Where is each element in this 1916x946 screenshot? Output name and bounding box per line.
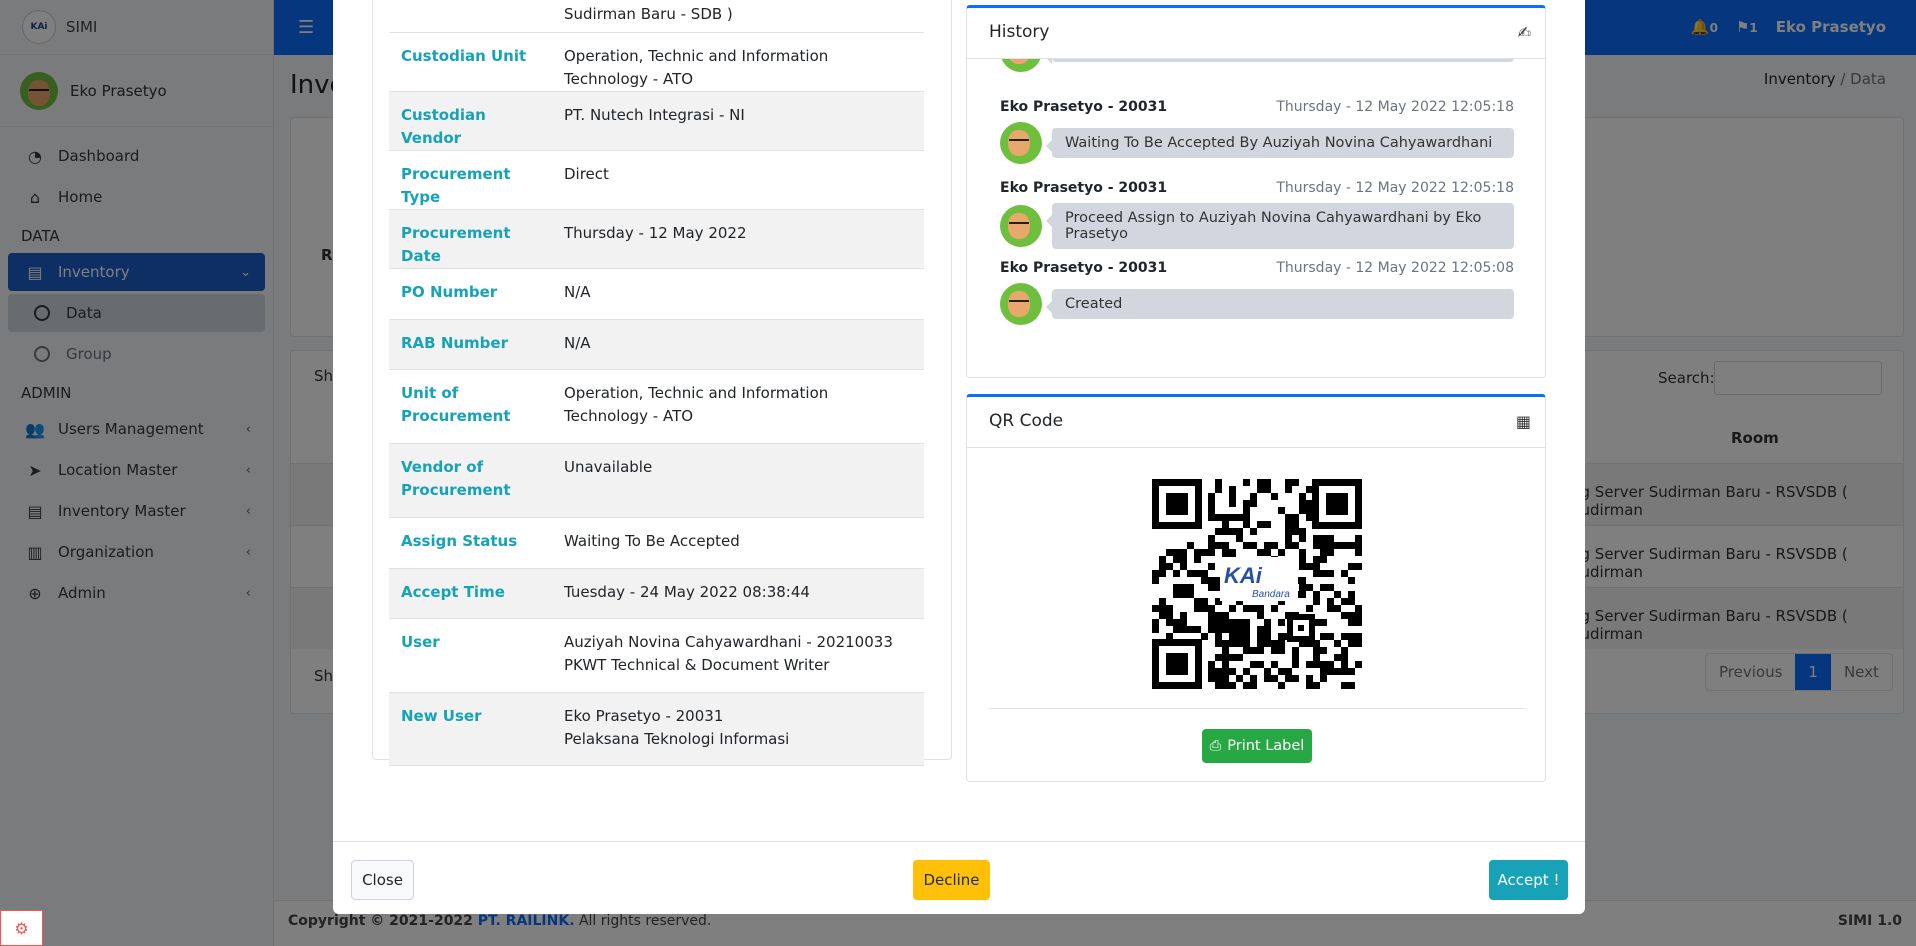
detail-key: User <box>401 632 440 651</box>
history-entry-header: Eko Prasetyo - 20031 Thursday - 12 May 2… <box>1000 180 1514 200</box>
table-row: Custodian Vendor PT. Nutech Integrasi - … <box>389 91 924 150</box>
detail-value: Operation, Technic and Information Techn… <box>564 383 829 425</box>
modal-footer: Close Decline Accept ! <box>333 841 1585 914</box>
qr-logo-text: KAi <box>1224 563 1263 588</box>
detail-key: New User <box>401 706 482 725</box>
detail-table: Sudirman Baru - SDB ) Custodian Unit Ope… <box>389 0 924 766</box>
history-entry: Eko Prasetyo - 20031 Thursday - 12 May 2… <box>1000 260 1514 325</box>
close-button[interactable]: Close <box>351 860 414 900</box>
modal-body: Sudirman Baru - SDB ) Custodian Unit Ope… <box>333 0 1585 841</box>
qr-card-header: QR Code ▦ <box>967 397 1545 448</box>
history-card: History ✍ Eko Prasetyo - 20031 Thursday … <box>966 5 1546 378</box>
history-entry: Eko Prasetyo - 20031 Thursday - 12 May 2… <box>1000 180 1514 249</box>
history-message: Waiting To Be Accepted By Auziyah Novina… <box>1046 128 1514 158</box>
history-entry-line: Waiting To Be Accepted By Auziyah Novina… <box>1000 122 1514 164</box>
qr-code-image: KAi Bandara <box>1152 479 1362 689</box>
accept-button[interactable]: Accept ! <box>1489 860 1568 900</box>
history-entry <box>1000 59 1514 72</box>
qr-code-card: QR Code ▦ KAi Bandara ⎙ Print Label <box>966 394 1546 782</box>
detail-key: Procurement Date <box>401 223 511 265</box>
history-entry-header: Eko Prasetyo - 20031 Thursday - 12 May 2… <box>1000 260 1514 280</box>
history-entry-line <box>1000 59 1514 72</box>
print-icon: ⎙ <box>1209 738 1222 754</box>
history-entry: Eko Prasetyo - 20031 Thursday - 12 May 2… <box>1000 99 1514 164</box>
table-row: RAB Number N/A <box>389 319 924 369</box>
detail-key: Accept Time <box>401 582 505 601</box>
detail-key: Custodian Vendor <box>401 105 486 147</box>
table-row: Accept Time Tuesday - 24 May 2022 08:38:… <box>389 568 924 618</box>
detail-value: Tuesday - 24 May 2022 08:38:44 <box>564 582 810 601</box>
history-title: History <box>989 22 1050 42</box>
detail-value: Eko Prasetyo - 20031 Pelaksana Teknologi… <box>552 692 924 765</box>
history-card-header: History ✍ <box>967 8 1545 59</box>
detail-value: Sudirman Baru - SDB ) <box>564 5 733 23</box>
signature-icon[interactable]: ✍ <box>1518 23 1531 42</box>
detail-value: N/A <box>564 282 591 301</box>
new-user-position: Pelaksana Teknologi Informasi <box>564 729 790 748</box>
detail-value: PT. Nutech Integrasi - NI <box>564 105 745 124</box>
detail-value: Auziyah Novina Cahyawardhani - 20210033 … <box>552 618 924 692</box>
history-timestamp: Thursday - 12 May 2022 12:05:18 <box>1276 180 1514 196</box>
inventory-detail-modal: Sudirman Baru - SDB ) Custodian Unit Ope… <box>333 0 1585 914</box>
print-label-button[interactable]: ⎙ Print Label <box>1202 729 1312 763</box>
history-timestamp: Thursday - 12 May 2022 12:05:08 <box>1276 260 1514 276</box>
avatar <box>1000 122 1042 164</box>
laravel-debug-icon[interactable]: ⚙ <box>0 910 43 946</box>
table-row: Procurement Type Direct <box>389 150 924 209</box>
detail-key: Procurement Type <box>401 164 511 206</box>
user-position: PKWT Technical & Document Writer <box>564 655 830 674</box>
history-entry-header: Eko Prasetyo - 20031 Thursday - 12 May 2… <box>1000 99 1514 119</box>
history-author: Eko Prasetyo - 20031 <box>1000 99 1168 115</box>
detail-value: Operation, Technic and Information Techn… <box>564 46 829 88</box>
table-row: New User Eko Prasetyo - 20031 Pelaksana … <box>389 692 924 765</box>
detail-value: Unavailable <box>564 457 653 476</box>
detail-key: RAB Number <box>401 333 508 352</box>
detail-value: N/A <box>564 333 591 352</box>
avatar <box>1000 283 1042 325</box>
detail-value: Thursday - 12 May 2022 <box>564 223 747 242</box>
table-row: Custodian Unit Operation, Technic and In… <box>389 32 924 91</box>
history-entry-line: Created <box>1000 283 1514 325</box>
qr-title: QR Code <box>989 411 1064 431</box>
history-list[interactable]: Eko Prasetyo - 20031 Thursday - 12 May 2… <box>967 59 1545 377</box>
table-row: Assign Status Waiting To Be Accepted <box>389 517 924 568</box>
detail-key: Assign Status <box>401 531 518 550</box>
new-user-name-id: Eko Prasetyo - 20031 <box>564 706 724 725</box>
user-name-id: Auziyah Novina Cahyawardhani - 20210033 <box>564 632 893 651</box>
detail-value: Direct <box>564 164 609 183</box>
history-author: Eko Prasetyo - 20031 <box>1000 180 1168 196</box>
decline-button[interactable]: Decline <box>913 860 990 900</box>
divider <box>989 708 1525 709</box>
detail-key: Custodian Unit <box>401 46 527 65</box>
table-row: Sudirman Baru - SDB ) <box>389 0 924 32</box>
history-bubble <box>1046 59 1514 64</box>
history-message: Created <box>1046 289 1514 319</box>
table-row: PO Number N/A <box>389 268 924 319</box>
print-label-text: Print Label <box>1227 738 1305 754</box>
avatar <box>1000 205 1042 247</box>
detail-value: Waiting To Be Accepted <box>564 531 740 550</box>
history-entry-line: Proceed Assign to Auziyah Novina Cahyawa… <box>1000 203 1514 249</box>
table-row: User Auziyah Novina Cahyawardhani - 2021… <box>389 618 924 692</box>
history-timestamp: Thursday - 12 May 2022 12:05:18 <box>1276 99 1514 115</box>
table-row: Unit of Procurement Operation, Technic a… <box>389 369 924 443</box>
history-author: Eko Prasetyo - 20031 <box>1000 260 1168 276</box>
qr-logo-subtext: Bandara <box>1252 589 1290 600</box>
avatar <box>1000 59 1042 72</box>
detail-key: PO Number <box>401 282 498 301</box>
table-row: Procurement Date Thursday - 12 May 2022 <box>389 209 924 268</box>
history-message: Proceed Assign to Auziyah Novina Cahyawa… <box>1046 203 1514 249</box>
qr-code-graphic: KAi Bandara <box>1152 479 1362 689</box>
table-row: Vendor of Procurement Unavailable <box>389 443 924 517</box>
qrcode-icon: ▦ <box>1515 412 1531 431</box>
detail-key <box>389 0 552 32</box>
detail-key: Unit of Procurement <box>401 383 511 425</box>
detail-key: Vendor of Procurement <box>401 457 511 499</box>
